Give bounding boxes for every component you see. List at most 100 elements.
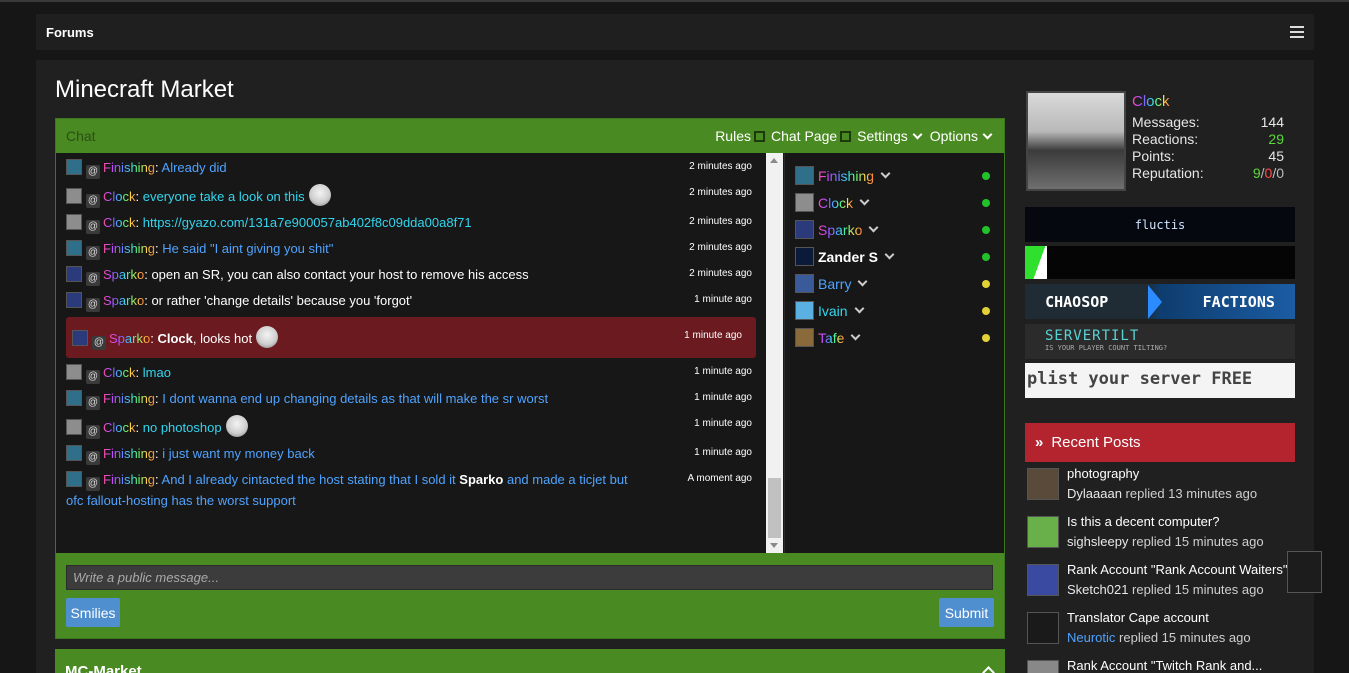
- scroll-down-icon[interactable]: [770, 543, 778, 548]
- message-username[interactable]: Sparko: [109, 331, 150, 346]
- scroll-up-icon[interactable]: [770, 158, 778, 163]
- plist-banner[interactable]: plist your server FREE: [1025, 363, 1295, 398]
- user-avatar[interactable]: [66, 292, 82, 308]
- post-author[interactable]: Neurotic: [1067, 630, 1115, 645]
- online-user[interactable]: Clock: [785, 189, 1004, 216]
- mention-button[interactable]: @: [86, 298, 100, 312]
- mention-button[interactable]: @: [86, 220, 100, 234]
- user-avatar[interactable]: [795, 301, 814, 320]
- user-avatar[interactable]: [66, 214, 82, 230]
- online-user[interactable]: Zander S: [785, 243, 1004, 270]
- user-avatar[interactable]: [66, 188, 82, 204]
- user-avatar[interactable]: [66, 419, 82, 435]
- user-avatar[interactable]: [795, 328, 814, 347]
- user-avatar[interactable]: [795, 166, 814, 185]
- online-username[interactable]: Finishing: [818, 168, 874, 184]
- chevron-down-icon[interactable]: [868, 222, 879, 233]
- chevron-down-icon[interactable]: [854, 303, 865, 314]
- chevron-up-icon[interactable]: [982, 666, 995, 673]
- profile-username[interactable]: Clock: [1132, 93, 1170, 110]
- mention-button[interactable]: @: [86, 194, 100, 208]
- recent-post-item[interactable]: Translator Cape account Neurotic replied …: [1025, 610, 1325, 650]
- online-username[interactable]: Clock: [818, 195, 853, 211]
- online-username[interactable]: Tafe: [818, 330, 844, 346]
- user-avatar[interactable]: [66, 471, 82, 487]
- post-author[interactable]: Sketch021: [1067, 582, 1128, 597]
- mention-button[interactable]: @: [86, 165, 100, 179]
- mention-button[interactable]: @: [92, 336, 106, 350]
- mention-button[interactable]: @: [86, 370, 100, 384]
- message-username[interactable]: Finishing: [103, 472, 155, 487]
- chat-message-input[interactable]: Write a public message...: [66, 565, 993, 590]
- chevron-down-icon[interactable]: [858, 276, 868, 287]
- avatar[interactable]: [1027, 660, 1059, 673]
- online-username[interactable]: Barry: [818, 276, 851, 292]
- avatar[interactable]: [1027, 516, 1059, 548]
- mention-button[interactable]: @: [86, 396, 100, 410]
- online-username[interactable]: Ivain: [818, 303, 848, 319]
- chevron-down-icon[interactable]: [859, 195, 870, 206]
- fluctis-banner[interactable]: fluctis: [1025, 207, 1295, 242]
- post-title[interactable]: Rank Account "Rank Account Waiters": [1067, 562, 1287, 577]
- recent-post-item[interactable]: Rank Account "Rank Account Waiters" Sketc…: [1025, 562, 1325, 602]
- message-username[interactable]: Sparko: [103, 293, 144, 308]
- message-username[interactable]: Clock: [103, 215, 136, 230]
- online-username[interactable]: Zander S: [818, 249, 878, 265]
- online-user[interactable]: Sparko: [785, 216, 1004, 243]
- message-username[interactable]: Clock: [103, 365, 136, 380]
- chat-scrollbar[interactable]: [766, 153, 783, 553]
- user-avatar[interactable]: [66, 445, 82, 461]
- post-title[interactable]: Is this a decent computer?: [1067, 514, 1219, 529]
- online-username[interactable]: Sparko: [818, 222, 862, 238]
- chevron-down-icon[interactable]: [880, 168, 891, 179]
- post-author[interactable]: sighsleepy: [1067, 534, 1128, 549]
- options-dropdown[interactable]: Options: [930, 128, 994, 144]
- mc-market-section-header[interactable]: MC-Market: [55, 649, 1005, 673]
- chevron-down-icon[interactable]: [851, 330, 861, 341]
- user-avatar[interactable]: [795, 193, 814, 212]
- post-author[interactable]: Dylaaaan: [1067, 486, 1122, 501]
- avatar[interactable]: [1027, 564, 1059, 596]
- user-avatar[interactable]: [795, 247, 814, 266]
- user-avatar[interactable]: [795, 220, 814, 239]
- post-title[interactable]: Translator Cape account: [1067, 610, 1209, 625]
- rules-link[interactable]: Rules: [715, 128, 765, 144]
- user-avatar[interactable]: [66, 266, 82, 282]
- message-username[interactable]: Clock: [103, 420, 136, 435]
- recent-post-item[interactable]: photography Dylaaaan replied 13 minutes a…: [1025, 466, 1325, 506]
- message-username[interactable]: Finishing: [103, 241, 155, 256]
- servertilt-banner[interactable]: SERVERTILT IS YOUR PLAYER COUNT TILTING?: [1025, 324, 1295, 359]
- chaosop-banner[interactable]: CHAOSOP FACTIONS: [1025, 284, 1295, 319]
- message-username[interactable]: Sparko: [103, 267, 144, 282]
- message-username[interactable]: Finishing: [103, 391, 155, 406]
- avatar[interactable]: [1027, 468, 1059, 500]
- user-avatar[interactable]: [795, 274, 814, 293]
- user-avatar[interactable]: [66, 159, 82, 175]
- avatar[interactable]: [1026, 91, 1126, 191]
- submit-button[interactable]: Submit: [939, 598, 994, 627]
- mention-button[interactable]: @: [86, 425, 100, 439]
- post-title[interactable]: Rank Account "Twitch Rank and...: [1067, 658, 1262, 673]
- mention-button[interactable]: @: [86, 477, 100, 491]
- message-username[interactable]: Clock: [103, 189, 136, 204]
- message-list[interactable]: @ Finishing: Already did 2 minutes ago @ Clo…: [56, 153, 766, 553]
- nav-forums-link[interactable]: Forums: [46, 25, 94, 40]
- recent-post-item[interactable]: Is this a decent computer? sighsleepy rep…: [1025, 514, 1325, 554]
- user-avatar[interactable]: [72, 330, 88, 346]
- online-user[interactable]: Barry: [785, 270, 1004, 297]
- chevron-down-icon[interactable]: [884, 249, 895, 260]
- green-banner[interactable]: [1025, 246, 1295, 279]
- message-username[interactable]: Finishing: [103, 446, 155, 461]
- floating-widget[interactable]: [1287, 551, 1322, 593]
- settings-dropdown[interactable]: Settings: [857, 128, 924, 144]
- scroll-thumb[interactable]: [768, 478, 781, 538]
- user-avatar[interactable]: [66, 364, 82, 380]
- mention-button[interactable]: @: [86, 246, 100, 260]
- recent-post-item[interactable]: Rank Account "Twitch Rank and...: [1025, 658, 1325, 673]
- user-avatar[interactable]: [66, 390, 82, 406]
- avatar[interactable]: [1027, 612, 1059, 644]
- smilies-button[interactable]: Smilies: [66, 598, 120, 627]
- online-user[interactable]: Ivain: [785, 297, 1004, 324]
- post-title[interactable]: photography: [1067, 466, 1139, 481]
- user-avatar[interactable]: [66, 240, 82, 256]
